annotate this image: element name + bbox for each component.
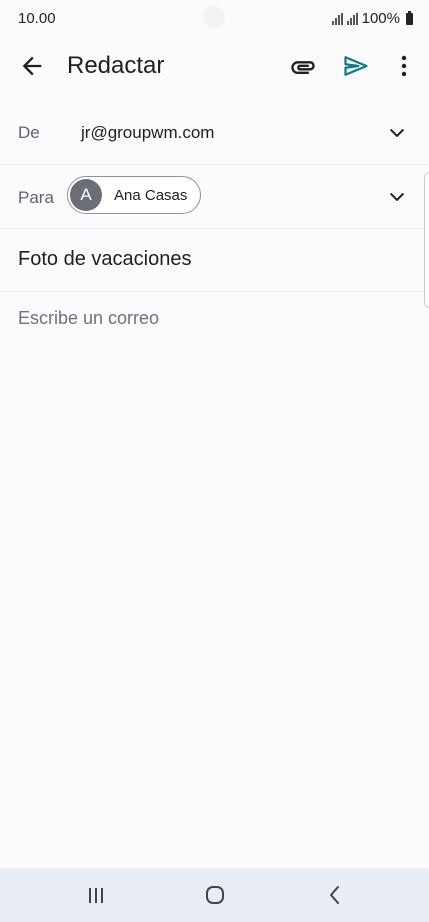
more-vert-icon — [401, 55, 407, 77]
signal-icon — [331, 12, 343, 25]
camera-cutout — [203, 6, 225, 28]
send-button[interactable] — [342, 52, 370, 80]
status-bar: 10.00 100% — [0, 0, 429, 36]
back-button[interactable] — [18, 52, 46, 80]
page-title: Redactar — [67, 52, 165, 79]
to-row: Para A Ana Casas — [0, 164, 429, 229]
app-bar: Redactar — [0, 40, 429, 92]
body-input[interactable] — [18, 308, 410, 848]
send-icon — [344, 56, 368, 76]
home-icon — [206, 886, 224, 904]
home-button[interactable] — [202, 882, 228, 908]
status-indicators: 100% — [331, 10, 413, 27]
status-time: 10.00 — [18, 10, 56, 27]
more-options-button[interactable] — [392, 52, 416, 80]
chevron-down-icon[interactable] — [387, 187, 407, 207]
battery-percent: 100% — [361, 10, 400, 27]
system-nav-bar — [0, 868, 429, 922]
avatar: A — [70, 179, 102, 211]
paperclip-icon — [291, 61, 315, 74]
recipient-name: Ana Casas — [114, 187, 188, 204]
subject-row — [0, 228, 429, 292]
chevron-down-icon[interactable] — [387, 123, 407, 143]
recents-button[interactable] — [83, 882, 109, 908]
recipient-chip[interactable]: A Ana Casas — [67, 176, 201, 214]
arrow-back-icon — [22, 56, 42, 76]
battery-icon — [406, 10, 413, 25]
from-label: De — [18, 123, 40, 142]
recents-icon — [89, 888, 103, 903]
attach-button[interactable] — [289, 53, 317, 81]
back-icon — [330, 886, 339, 904]
edge-panel-handle[interactable] — [424, 172, 429, 308]
signal-icon-2 — [346, 12, 358, 25]
from-account[interactable]: jr@groupwm.com — [81, 123, 214, 143]
subject-input[interactable] — [18, 246, 408, 272]
to-label: Para — [18, 188, 54, 207]
nav-back-button[interactable] — [322, 882, 348, 908]
from-row: De jr@groupwm.com — [0, 102, 429, 165]
